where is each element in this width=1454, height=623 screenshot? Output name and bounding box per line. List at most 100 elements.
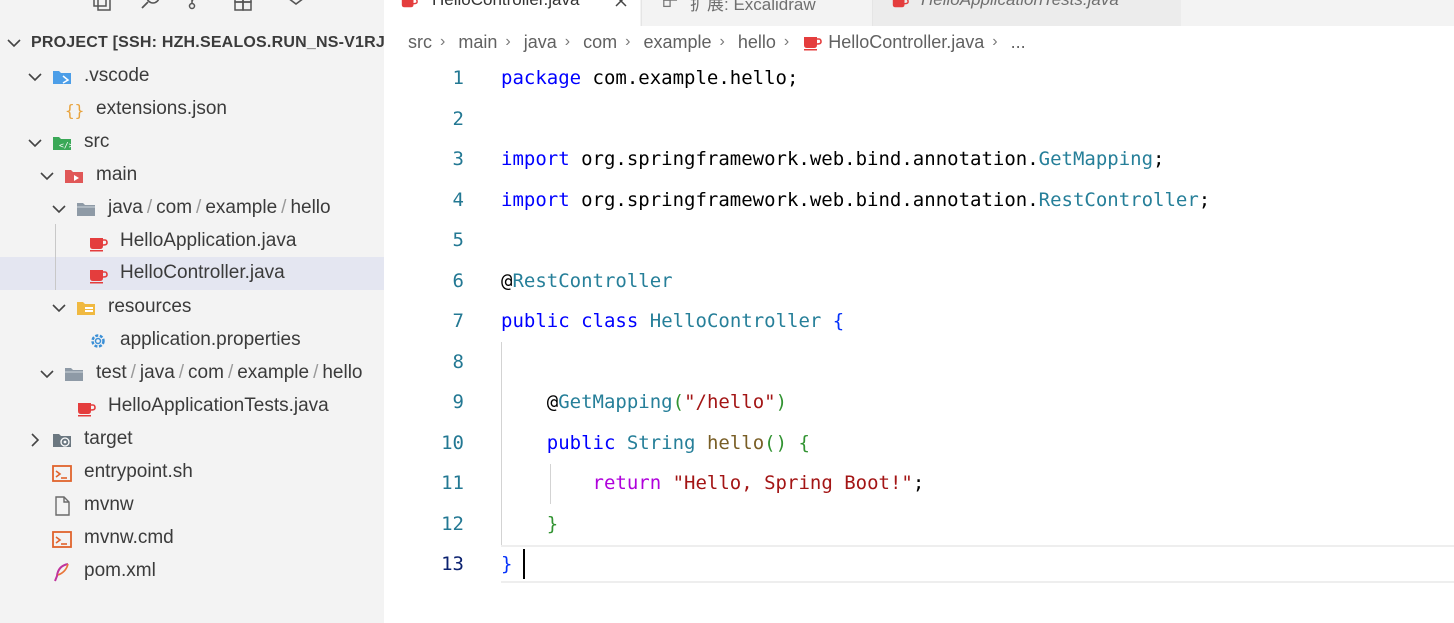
tree-item-label: HelloController.java [120, 262, 285, 283]
tree-item-label: entrypoint.sh [84, 461, 193, 482]
tree-item-mvnw-cmd[interactable]: mvnw.cmd [0, 522, 384, 555]
terminal-icon [52, 465, 72, 482]
line-number: 10 [441, 432, 464, 454]
close-icon[interactable] [614, 0, 628, 8]
tree-item-mvnw[interactable]: mvnw [0, 489, 384, 522]
tree-item-label: .vscode [84, 65, 150, 86]
tree-item-extensions-json[interactable]: {} extensions.json [0, 93, 384, 126]
chevron-right-icon: › [564, 33, 571, 51]
tree-item-label: application.properties [120, 329, 301, 350]
source-control-icon[interactable] [186, 0, 210, 12]
code-line: public class HelloController { [501, 310, 845, 332]
code-line: } [546, 513, 559, 535]
chevron-right-icon: › [719, 33, 725, 51]
tab-hello-application-tests[interactable]: HelloApplicationTests.java [872, 0, 1181, 26]
chevron-down-icon [28, 139, 42, 148]
tree-item-label: src [84, 131, 110, 152]
extensions-icon [663, 0, 678, 8]
tree-item-label: java / com / example / hello [108, 197, 331, 218]
tree-item-hello-application[interactable]: HelloApplication.java [0, 225, 384, 258]
json-icon: {} [65, 101, 84, 120]
chevron-right-icon [31, 433, 40, 447]
chevron-down-icon [52, 205, 66, 214]
tree-item-src[interactable]: </> src [0, 126, 384, 159]
tree-item-label: mvnw [84, 494, 134, 515]
chevron-down-icon [40, 370, 54, 379]
chevron-right-icon: › [440, 33, 446, 51]
tree-item-label: main [96, 164, 138, 185]
chevron-down-icon [7, 39, 21, 48]
text-cursor [523, 549, 525, 579]
tree-item-label: target [84, 428, 133, 449]
tree-item-label: extensions.json [96, 98, 227, 119]
line-number: 13 [441, 553, 464, 575]
line-number: 3 [452, 148, 464, 170]
search-icon[interactable] [140, 0, 164, 12]
code-line: import org.springframework.web.bind.anno… [501, 189, 1211, 211]
line-number: 11 [441, 472, 464, 494]
vscode-folder-icon [53, 71, 71, 84]
tree-item-label: resources [108, 296, 192, 317]
code-line: public String hello() { [546, 432, 810, 454]
tree-item-label: mvnw.cmd [84, 527, 174, 548]
breadcrumb-item[interactable]: ... [1011, 32, 1026, 53]
explorer-section-header[interactable]: PROJECT [SSH: HZH.SEALOS.RUN_NS-V1RJ... [0, 28, 384, 58]
code-line: package com.example.hello; [501, 67, 799, 89]
tree-item-resources[interactable]: resources [0, 291, 384, 324]
tree-item-main[interactable]: main [0, 159, 384, 192]
resources-folder-icon [77, 302, 95, 315]
copy-icon[interactable] [90, 0, 114, 12]
project-title: PROJECT [SSH: HZH.SEALOS.RUN_NS-V1RJ... [31, 34, 384, 51]
chevron-down-icon [28, 73, 42, 82]
tree-item-hello-application-tests[interactable]: HelloApplicationTests.java [0, 390, 384, 423]
tree-item-hello-controller[interactable]: HelloController.java [0, 257, 384, 290]
folder-icon [77, 203, 95, 216]
chevron-right-icon: › [505, 33, 511, 51]
breadcrumb-item[interactable]: HelloController.java [828, 32, 984, 53]
breadcrumb-item[interactable]: main [458, 32, 497, 53]
tab-excalidraw[interactable]: 扩展: Excalidraw [641, 0, 872, 26]
chevron-down-icon[interactable] [284, 0, 308, 12]
breadcrumb: src › main › java › com › example › hello › He… [408, 31, 1026, 55]
extensions-icon[interactable] [233, 0, 257, 12]
breadcrumb-item[interactable]: src [408, 32, 432, 53]
code-line: } [501, 553, 513, 575]
tab-label: 扩展: Excalidraw [690, 0, 816, 14]
tree-item-label: HelloApplication.java [120, 230, 297, 251]
svg-text:{}: {} [65, 101, 84, 120]
main-folder-icon [65, 170, 83, 183]
tree-item-vscode[interactable]: .vscode [0, 60, 384, 93]
breadcrumb-item[interactable]: example [643, 32, 711, 53]
folder-icon [65, 368, 83, 381]
tree-item-pom-xml[interactable]: pom.xml [0, 555, 384, 588]
code-editor[interactable]: 1 2 3 4 5 6 7 8 9 10 11 12 13 package co… [384, 58, 1454, 623]
target-folder-icon [53, 434, 71, 447]
gear-icon [91, 334, 105, 348]
chevron-down-icon [52, 304, 66, 313]
java-icon [892, 0, 909, 8]
tree-item-application-properties[interactable]: application.properties [0, 324, 384, 357]
tree-item-entrypoint[interactable]: entrypoint.sh [0, 456, 384, 489]
java-icon [78, 403, 96, 417]
chevron-right-icon: › [783, 33, 790, 51]
code-line: @RestController [501, 270, 673, 292]
feather-icon [54, 563, 69, 582]
line-number: 1 [452, 67, 464, 89]
line-number: 12 [441, 513, 464, 535]
tree-item-target[interactable]: target [0, 423, 384, 456]
breadcrumb-item[interactable]: com [583, 32, 617, 53]
chevron-right-icon: › [992, 33, 998, 51]
breadcrumb-item[interactable]: java [524, 32, 557, 53]
tree-item-test-package[interactable]: test / java / com / example / hello [0, 357, 384, 390]
line-number: 5 [452, 229, 464, 251]
code-line: return "Hello, Spring Boot!"; [592, 472, 925, 494]
java-icon [90, 270, 108, 284]
tree-item-java-package[interactable]: java / com / example / hello [0, 192, 384, 225]
tree-item-label: pom.xml [84, 560, 156, 581]
java-icon [401, 0, 418, 8]
breadcrumb-item[interactable]: hello [738, 32, 776, 53]
tab-hello-controller[interactable]: HelloController.java [384, 0, 640, 26]
tree-item-label: HelloApplicationTests.java [108, 395, 329, 416]
tab-label: HelloApplicationTests.java [921, 0, 1119, 10]
tree-item-label: test / java / com / example / hello [96, 362, 363, 383]
